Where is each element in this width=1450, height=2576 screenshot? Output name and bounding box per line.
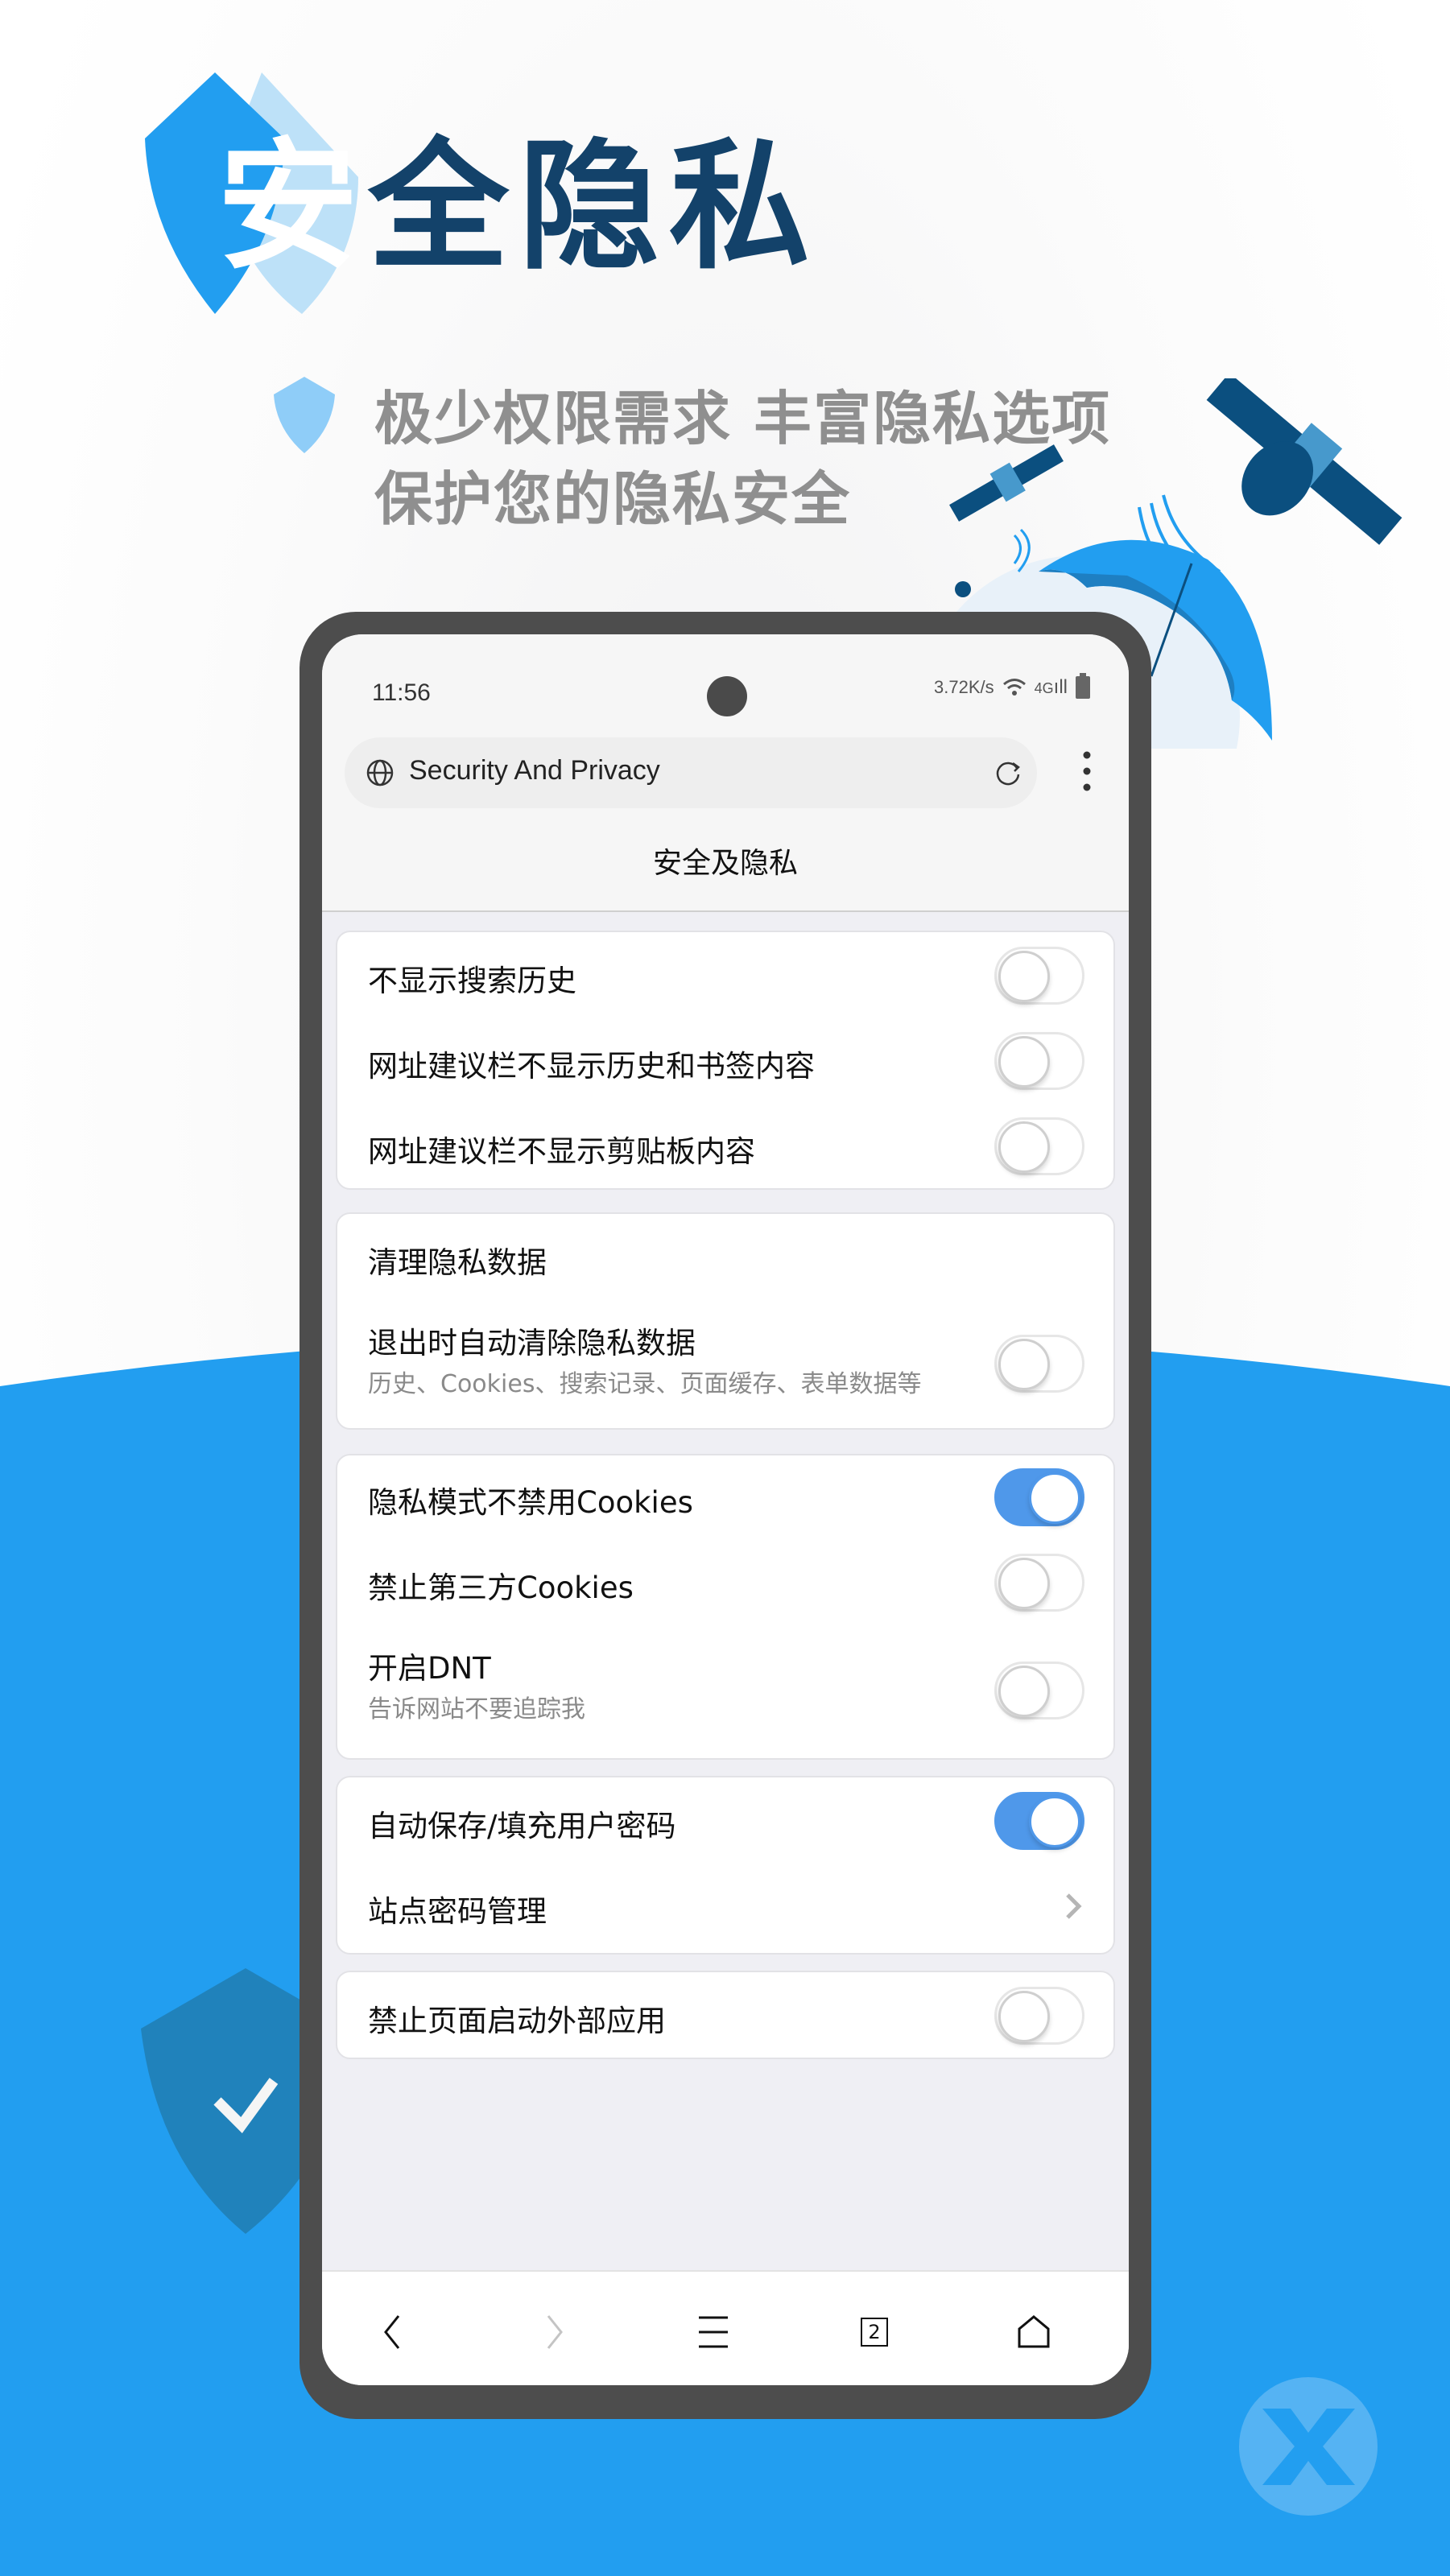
x-logo-icon — [1239, 2377, 1378, 2516]
forward-button[interactable] — [530, 2308, 578, 2356]
reload-icon[interactable] — [994, 758, 1022, 787]
small-shield-icon — [274, 377, 335, 453]
setting-label: 开启DNT — [368, 1651, 491, 1686]
setting-row[interactable]: 自动保存/填充用户密码 — [337, 1777, 1113, 1863]
back-button[interactable] — [369, 2308, 417, 2356]
setting-label: 网址建议栏不显示历史和书签内容 — [368, 1049, 815, 1084]
url-bar[interactable]: Security And Privacy — [345, 737, 1037, 808]
setting-row[interactable]: 开启DNT 告诉网站不要追踪我 — [337, 1626, 1113, 1755]
home-icon — [1018, 2315, 1050, 2348]
forward-arrow-icon — [547, 2315, 563, 2349]
status-time: 11:56 — [372, 679, 431, 706]
tab-count: 2 — [868, 2321, 881, 2343]
settings-group-search: 不显示搜索历史 网址建议栏不显示历史和书签内容 网址建议栏不显示剪贴板内容 — [336, 931, 1115, 1190]
tabs-button[interactable]: 2 — [850, 2308, 899, 2356]
back-arrow-icon — [384, 2315, 400, 2349]
setting-row[interactable]: 网址建议栏不显示历史和书签内容 — [337, 1018, 1113, 1103]
net-speed: 3.72K/s — [934, 677, 994, 697]
setting-label: 不显示搜索历史 — [368, 964, 576, 998]
toggle-auto-clear-on-exit[interactable] — [994, 1335, 1084, 1393]
setting-label: 禁止第三方Cookies — [368, 1571, 634, 1605]
battery-icon — [1076, 673, 1090, 699]
setting-label: 退出时自动清除隐私数据 — [368, 1326, 696, 1360]
more-menu-icon[interactable] — [1079, 747, 1095, 795]
site-password-manager-link[interactable]: 站点密码管理 — [337, 1863, 1113, 1948]
page-title: 安全及隐私 — [652, 847, 798, 880]
setting-label: 清理隐私数据 — [368, 1245, 547, 1280]
setting-description: 告诉网站不要追踪我 — [368, 1695, 585, 1724]
phone-screen: 11:56 3.72K/s 4Gıll Security And Privacy… — [322, 634, 1129, 2385]
wifi-icon — [1002, 679, 1026, 696]
toggle-hide-search-history[interactable] — [994, 947, 1084, 1005]
setting-row[interactable]: 不显示搜索历史 — [337, 932, 1113, 1018]
setting-row[interactable]: 退出时自动清除隐私数据 历史、Cookies、搜索记录、页面缓存、表单数据等 — [337, 1311, 1113, 1423]
setting-label: 站点密码管理 — [368, 1894, 547, 1929]
network-type: 4G — [1034, 680, 1054, 696]
setting-label: 网址建议栏不显示剪贴板内容 — [368, 1134, 755, 1169]
status-icons: 3.72K/s 4Gıll — [934, 673, 1090, 699]
phone-frame: 11:56 3.72K/s 4Gıll Security And Privacy… — [300, 612, 1151, 2419]
toggle-enable-dnt[interactable] — [994, 1662, 1084, 1719]
settings-group-cookies: 隐私模式不禁用Cookies 禁止第三方Cookies 开启DNT 告诉网站不要… — [336, 1454, 1115, 1760]
settings-group-clear-data: 清理隐私数据 退出时自动清除隐私数据 历史、Cookies、搜索记录、页面缓存、… — [336, 1212, 1115, 1430]
toggle-block-third-party-cookies[interactable] — [994, 1554, 1084, 1612]
toggle-hide-clipboard[interactable] — [994, 1117, 1084, 1175]
cellular-signal-icon: 4Gıll — [1034, 676, 1068, 698]
bottom-navigation: 2 — [322, 2270, 1129, 2385]
setting-row[interactable]: 禁止第三方Cookies — [337, 1541, 1113, 1626]
setting-row[interactable]: 隐私模式不禁用Cookies — [337, 1455, 1113, 1541]
settings-group-passwords: 自动保存/填充用户密码 站点密码管理 — [336, 1776, 1115, 1955]
hero-title: 安全隐私 — [217, 137, 820, 278]
chevron-right-icon — [1066, 1893, 1082, 1919]
front-camera — [707, 676, 747, 716]
hamburger-menu-icon — [699, 2316, 728, 2348]
setting-description: 历史、Cookies、搜索记录、页面缓存、表单数据等 — [368, 1370, 922, 1398]
browser-app-bar: 11:56 3.72K/s 4Gıll Security And Privacy… — [322, 634, 1129, 912]
menu-button[interactable] — [689, 2308, 737, 2356]
setting-label: 自动保存/填充用户密码 — [368, 1809, 676, 1843]
globe-icon — [366, 759, 394, 786]
setting-label: 隐私模式不禁用Cookies — [368, 1485, 693, 1520]
settings-group-external-apps: 禁止页面启动外部应用 — [336, 1971, 1115, 2059]
toggle-block-external-apps[interactable] — [994, 1987, 1084, 2045]
hero-title-first-char: 安 — [217, 126, 368, 289]
url-text[interactable]: Security And Privacy — [409, 755, 660, 786]
setting-row[interactable]: 禁止页面启动外部应用 — [337, 1972, 1113, 2058]
setting-row[interactable]: 网址建议栏不显示剪贴板内容 — [337, 1103, 1113, 1188]
toggle-private-mode-cookies[interactable] — [994, 1468, 1084, 1526]
toggle-autosave-passwords[interactable] — [994, 1792, 1084, 1850]
tabs-icon: 2 — [861, 2318, 888, 2347]
home-button[interactable] — [1010, 2308, 1058, 2356]
toggle-hide-history-bookmarks[interactable] — [994, 1032, 1084, 1090]
hero-title-rest: 全隐私 — [368, 126, 820, 289]
clear-private-data-button[interactable]: 清理隐私数据 — [337, 1214, 1113, 1294]
setting-label: 禁止页面启动外部应用 — [368, 2004, 666, 2038]
